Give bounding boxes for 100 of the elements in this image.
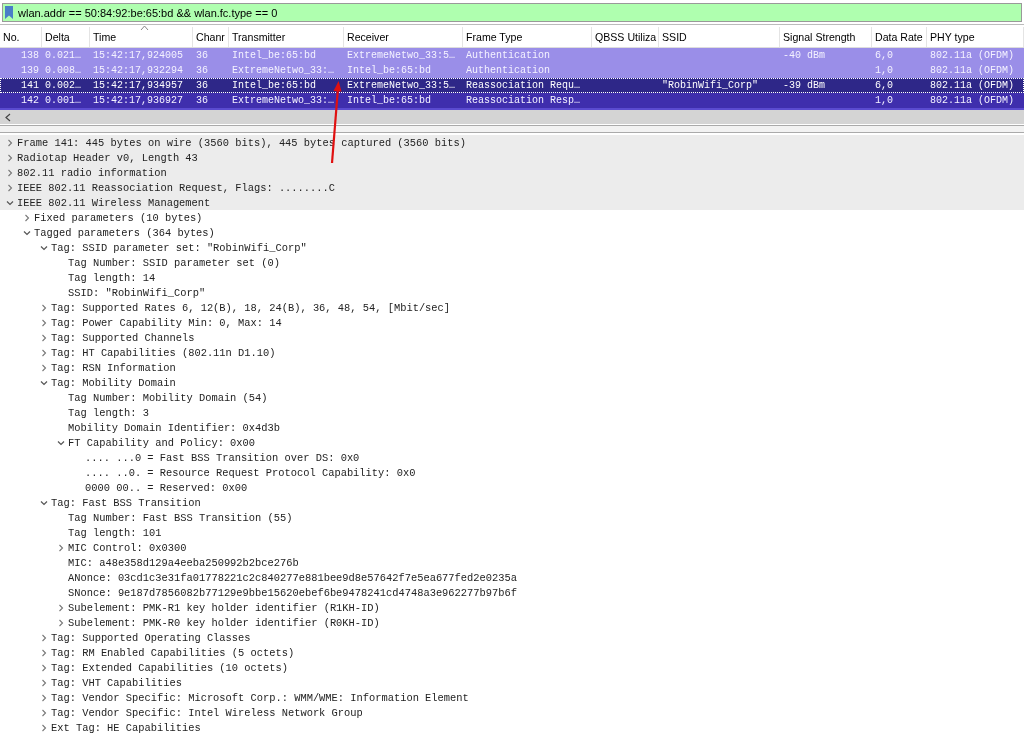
- packet-cell-text: 802.11a (OFDM): [929, 79, 1015, 93]
- packet-cell-text: 802.11a (OFDM): [929, 49, 1015, 63]
- tree-item-text[interactable]: MIC: a48e358d129a4eeba250992b2bce276b: [68, 556, 299, 569]
- column-header[interactable]: Delta: [42, 27, 90, 47]
- column-header[interactable]: SSID: [659, 27, 780, 47]
- chevron-down-icon[interactable]: [40, 498, 48, 507]
- tree-item-text[interactable]: Tag Number: SSID parameter set (0): [68, 256, 280, 269]
- tree-item-text[interactable]: Tag length: 3: [68, 406, 150, 419]
- packet-cell-text: 0.008…: [44, 64, 82, 78]
- tree-item-text[interactable]: SNonce: 9e187d7856082b77129e9bbe15620ebef6be9478241cd4748a3e962277b97b6f: [68, 586, 517, 599]
- tree-item-text[interactable]: Tag: Power Capability Min: 0, Max: 14: [51, 316, 282, 329]
- chevron-right-icon[interactable]: [6, 138, 14, 147]
- tree-item-text[interactable]: 802.11 radio information: [17, 166, 167, 179]
- tree-item-text[interactable]: Tag Number: Fast BSS Transition (55): [68, 511, 293, 524]
- chevron-down-icon[interactable]: [23, 228, 31, 237]
- chevron-right-icon[interactable]: [57, 543, 65, 552]
- chevron-down-icon[interactable]: [40, 378, 48, 387]
- tree-item-text[interactable]: Tag: HT Capabilities (802.11n D1.10): [51, 346, 276, 359]
- chevron-right-icon[interactable]: [40, 663, 48, 672]
- packet-cell-text: "RobinWifi_Corp": [661, 79, 759, 93]
- packet-cell-text: 6,0: [874, 79, 894, 93]
- chevron-down-icon[interactable]: [57, 438, 65, 447]
- scroll-left-icon[interactable]: [5, 112, 11, 122]
- sort-caret-icon: [140, 25, 149, 31]
- column-header[interactable]: Data Rate: [872, 27, 927, 47]
- tree-item-text[interactable]: .... ...0 = Fast BSS Transition over DS: 0x0: [85, 451, 360, 464]
- column-header[interactable]: Frame Type: [463, 27, 592, 47]
- packet-cell-text: Reassociation Resp…: [465, 94, 582, 108]
- packet-row[interactable]: 141 0.002… 15:42:17,934957 36 Intel_be:65:bd ExtremeNetwo_33:5… Reassociation Requ… "RobinWifi_Corp" -39 dBm 6,0 802.11a (OFDM): [0, 78, 1024, 93]
- tree-item-text[interactable]: Tag length: 14: [68, 271, 156, 284]
- packet-cell-text: -40 dBm: [782, 49, 826, 63]
- packet-cell-text: ExtremeNetwo_33:5…: [346, 49, 457, 63]
- chevron-right-icon[interactable]: [40, 678, 48, 687]
- chevron-right-icon[interactable]: [40, 363, 48, 372]
- tree-item-text[interactable]: Subelement: PMK-R1 key holder identifier (R1KH-ID): [68, 601, 380, 614]
- chevron-right-icon[interactable]: [40, 693, 48, 702]
- chevron-right-icon[interactable]: [40, 648, 48, 657]
- tree-item-text[interactable]: MIC Control: 0x0300: [68, 541, 187, 554]
- chevron-down-icon[interactable]: [6, 198, 14, 207]
- tree-item-text[interactable]: ANonce: 03cd1c3e31fa01778221c2c840277e881bee9d8e57642f7e5ea677fed2e0235a: [68, 571, 517, 584]
- column-header[interactable]: Chanr: [193, 27, 229, 47]
- chevron-down-icon[interactable]: [40, 243, 48, 252]
- packet-cell-text: 139: [20, 64, 40, 78]
- chevron-right-icon[interactable]: [6, 153, 14, 162]
- tree-item-text[interactable]: Tag: Mobility Domain: [51, 376, 176, 389]
- chevron-right-icon[interactable]: [57, 603, 65, 612]
- tree-item-text[interactable]: Tag: VHT Capabilities: [51, 676, 182, 689]
- tree-item-text[interactable]: Tag: Vendor Specific: Microsoft Corp.: WMM/WME: Information Element: [51, 691, 469, 704]
- packet-row[interactable]: 142 0.001… 15:42:17,936927 36 ExtremeNetwo_33:… Intel_be:65:bd Reassociation Resp… 1,0 802.11a (OFDM): [0, 93, 1024, 108]
- tree-item-text[interactable]: Tag: Fast BSS Transition: [51, 496, 201, 509]
- display-filter-field[interactable]: wlan.addr == 50:84:92:be:65:bd && wlan.fc.type == 0: [2, 3, 1022, 22]
- tree-item-text[interactable]: .... ..0. = Resource Request Protocol Capability: 0x0: [85, 466, 416, 479]
- chevron-right-icon[interactable]: [23, 213, 31, 222]
- chevron-right-icon[interactable]: [40, 708, 48, 717]
- packet-cell-text: 0.021…: [44, 49, 82, 63]
- packet-cell-text: ExtremeNetwo_33:…: [231, 64, 336, 78]
- tree-item-text[interactable]: Tag: Vendor Specific: Intel Wireless Network Group: [51, 706, 363, 719]
- packet-cell-text: 6,0: [874, 49, 894, 63]
- tree-item-text[interactable]: Tag Number: Mobility Domain (54): [68, 391, 268, 404]
- chevron-right-icon[interactable]: [6, 183, 14, 192]
- packet-cell-text: Reassociation Requ…: [465, 79, 582, 93]
- packet-cell-text: 141: [20, 79, 40, 93]
- column-header[interactable]: No.: [0, 27, 42, 47]
- column-header[interactable]: QBSS Utiliza: [592, 27, 659, 47]
- chevron-right-icon[interactable]: [40, 723, 48, 732]
- tree-item-text[interactable]: Fixed parameters (10 bytes): [34, 211, 203, 224]
- column-header[interactable]: Receiver: [344, 27, 463, 47]
- column-header[interactable]: Time: [90, 27, 193, 47]
- tree-item-text[interactable]: Mobility Domain Identifier: 0x4d3b: [68, 421, 280, 434]
- tree-item-text[interactable]: Tag: RSN Information: [51, 361, 176, 374]
- tree-item-text[interactable]: 0000 00.. = Reserved: 0x00: [85, 481, 248, 494]
- tree-item-text[interactable]: Tag: Supported Channels: [51, 331, 195, 344]
- tree-item-text[interactable]: Radiotap Header v0, Length 43: [17, 151, 198, 164]
- tree-item-text[interactable]: Subelement: PMK-R0 key holder identifier (R0KH-ID): [68, 616, 380, 629]
- column-header[interactable]: Transmitter: [229, 27, 344, 47]
- packet-cell-text: Intel_be:65:bd: [346, 94, 432, 108]
- tree-item-text[interactable]: IEEE 802.11 Wireless Management: [17, 196, 211, 209]
- tree-item-text[interactable]: SSID: "RobinWifi_Corp": [68, 286, 206, 299]
- tree-item-text[interactable]: Tag: SSID parameter set: "RobinWifi_Corp": [51, 241, 307, 254]
- chevron-right-icon[interactable]: [6, 168, 14, 177]
- chevron-right-icon[interactable]: [40, 348, 48, 357]
- chevron-right-icon[interactable]: [40, 303, 48, 312]
- tree-item-text[interactable]: Ext Tag: HE Capabilities: [51, 721, 201, 734]
- chevron-right-icon[interactable]: [40, 318, 48, 327]
- column-header[interactable]: Signal Strength: [780, 27, 872, 47]
- tree-item-text[interactable]: Tag: Extended Capabilities (10 octets): [51, 661, 288, 674]
- tree-item-text[interactable]: Tag: Supported Operating Classes: [51, 631, 251, 644]
- tree-item-text[interactable]: FT Capability and Policy: 0x00: [68, 436, 256, 449]
- tree-item-text[interactable]: Tag length: 101: [68, 526, 162, 539]
- packet-cell-text: -39 dBm: [782, 79, 826, 93]
- chevron-right-icon[interactable]: [40, 633, 48, 642]
- bookmark-icon[interactable]: [5, 6, 13, 19]
- chevron-right-icon[interactable]: [57, 618, 65, 627]
- column-header[interactable]: PHY type: [927, 27, 1024, 47]
- tree-item-text[interactable]: Tag: Supported Rates 6, 12(B), 18, 24(B), 36, 48, 54, [Mbit/sec]: [51, 301, 451, 314]
- chevron-right-icon[interactable]: [40, 333, 48, 342]
- packet-cell-text: 36: [195, 64, 209, 78]
- packet-cell-text: 1,0: [874, 64, 894, 78]
- tree-item-text[interactable]: Tagged parameters (364 bytes): [34, 226, 215, 239]
- tree-item-text[interactable]: Tag: RM Enabled Capabilities (5 octets): [51, 646, 295, 659]
